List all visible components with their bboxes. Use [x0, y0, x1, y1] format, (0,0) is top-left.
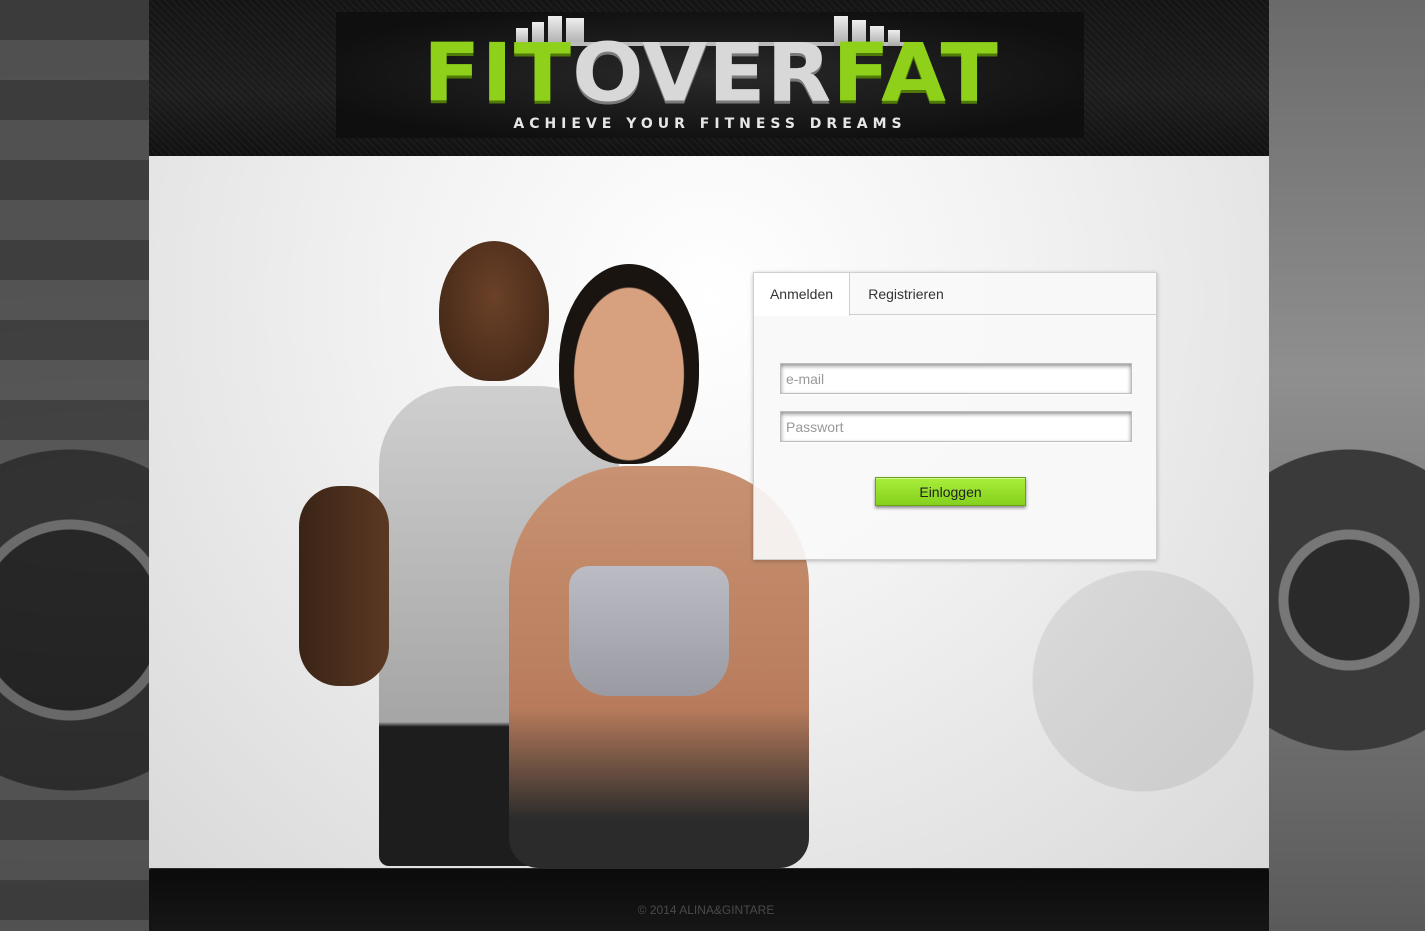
tab-anmelden[interactable]: Anmelden — [754, 273, 850, 316]
site-container: FITOVERFAT ACHIEVE YOUR FITNESS DREAMS A… — [149, 0, 1269, 931]
login-tabs: Anmelden Registrieren — [754, 273, 1156, 316]
logo-fat: FAT — [832, 26, 999, 120]
woman-head — [559, 264, 699, 464]
site-logo[interactable]: FITOVERFAT ACHIEVE YOUR FITNESS DREAMS — [336, 12, 1084, 138]
logo-wordmark: FITOVERFAT — [396, 30, 1026, 116]
password-field[interactable] — [780, 411, 1132, 442]
background-gym-left — [0, 0, 149, 931]
man-arm — [299, 486, 389, 686]
copyright-text: © 2014 ALINA&GINTARE — [637, 903, 775, 917]
header: FITOVERFAT ACHIEVE YOUR FITNESS DREAMS — [149, 0, 1269, 156]
login-panel: Anmelden Registrieren Einloggen — [753, 272, 1157, 560]
email-field[interactable] — [780, 363, 1132, 394]
logo-tagline: ACHIEVE YOUR FITNESS DREAMS — [513, 116, 907, 132]
background-gym-right — [1269, 0, 1425, 931]
tab-registrieren[interactable]: Registrieren — [850, 273, 962, 315]
main-content: Anmelden Registrieren Einloggen — [149, 156, 1269, 868]
logo-fit: FIT — [423, 26, 573, 120]
logo-over: OVER — [572, 26, 833, 120]
login-button[interactable]: Einloggen — [875, 477, 1026, 506]
background-weight-plate — [849, 528, 1269, 868]
footer: © 2014 ALINA&GINTARE — [149, 868, 1269, 931]
woman-top — [569, 566, 729, 696]
man-head — [439, 241, 549, 381]
